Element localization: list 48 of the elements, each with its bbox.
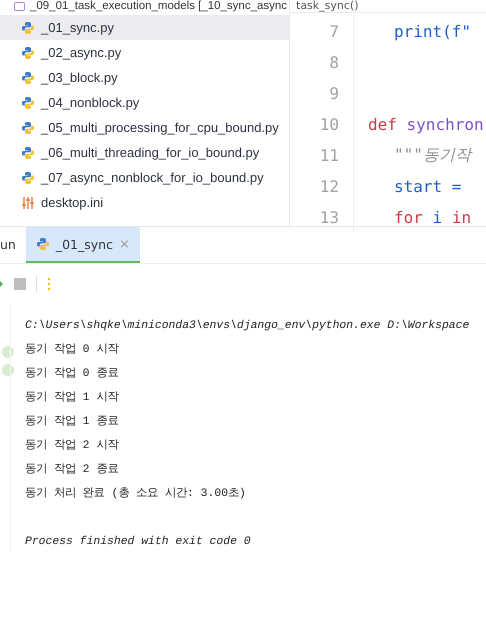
python-file-icon bbox=[21, 70, 35, 84]
file-item[interactable]: _02_async.py bbox=[0, 40, 289, 65]
console-line: C:\Users\shqke\miniconda3\envs\django_env\python.exe D:\Workspace bbox=[25, 318, 470, 334]
project-title: _09_01_task_execution_models [_10_sync_async bbox=[30, 0, 288, 12]
python-file-icon bbox=[21, 120, 35, 134]
file-item[interactable]: _04_nonblock.py bbox=[0, 90, 289, 115]
file-item[interactable]: _07_async_nonblock_for_io_bound.py bbox=[0, 165, 289, 190]
gutter-icon[interactable] bbox=[2, 364, 14, 376]
python-file-icon bbox=[21, 46, 35, 60]
breadcrumb[interactable]: task_sync() bbox=[290, 0, 486, 13]
settings-file-icon bbox=[21, 196, 35, 210]
file-item[interactable]: _01_sync.py bbox=[0, 15, 289, 40]
line-number: 8 bbox=[290, 47, 354, 78]
console-line: 동기 작업 2 시작 bbox=[25, 438, 120, 454]
code-line: """동기작 bbox=[393, 145, 471, 166]
console-line: 동기 작업 0 시작 bbox=[25, 342, 120, 358]
python-file-icon bbox=[21, 96, 35, 110]
code-line: print(f" bbox=[393, 22, 472, 41]
folder-icon bbox=[14, 2, 25, 10]
code-line: start = bbox=[393, 177, 462, 196]
line-number: 9 bbox=[290, 78, 354, 109]
file-item[interactable]: _05_multi_processing_for_cpu_bound.py bbox=[0, 115, 289, 140]
file-item[interactable]: _06_multi_threading_for_io_bound.py bbox=[0, 140, 289, 165]
python-file-icon bbox=[21, 20, 35, 34]
run-icon[interactable] bbox=[0, 280, 4, 288]
python-file-icon bbox=[36, 237, 50, 251]
console-line: 동기 작업 0 종료 bbox=[25, 366, 120, 382]
run-tab[interactable]: un bbox=[0, 227, 26, 263]
file-item[interactable]: _03_block.py bbox=[0, 65, 289, 90]
line-number: 11 bbox=[290, 140, 354, 171]
run-tab[interactable]: _01_sync × bbox=[26, 227, 140, 263]
console-line: Process finished with exit code 0 bbox=[25, 534, 252, 550]
python-file-icon bbox=[21, 146, 35, 160]
line-number: 12 bbox=[290, 171, 354, 202]
more-icon[interactable] bbox=[47, 277, 51, 291]
line-number: 10 bbox=[290, 109, 354, 140]
python-file-icon bbox=[21, 170, 35, 184]
gutter-icon[interactable] bbox=[2, 346, 14, 358]
console-line: 동기 작업 1 종료 bbox=[25, 414, 120, 430]
code-line: for i in bbox=[393, 208, 472, 227]
console-line: 동기 작업 2 종료 bbox=[25, 462, 120, 478]
line-number: 13 bbox=[290, 202, 354, 233]
line-number: 7 bbox=[290, 16, 354, 47]
code-line: def synchron bbox=[367, 115, 484, 134]
console-line: 동기 작업 1 시작 bbox=[25, 390, 120, 406]
file-item[interactable]: desktop.ini bbox=[0, 190, 289, 215]
console-line: 동기 처리 완료 (총 소요 시간: 3.00초) bbox=[25, 486, 247, 502]
stop-icon[interactable] bbox=[14, 278, 26, 290]
